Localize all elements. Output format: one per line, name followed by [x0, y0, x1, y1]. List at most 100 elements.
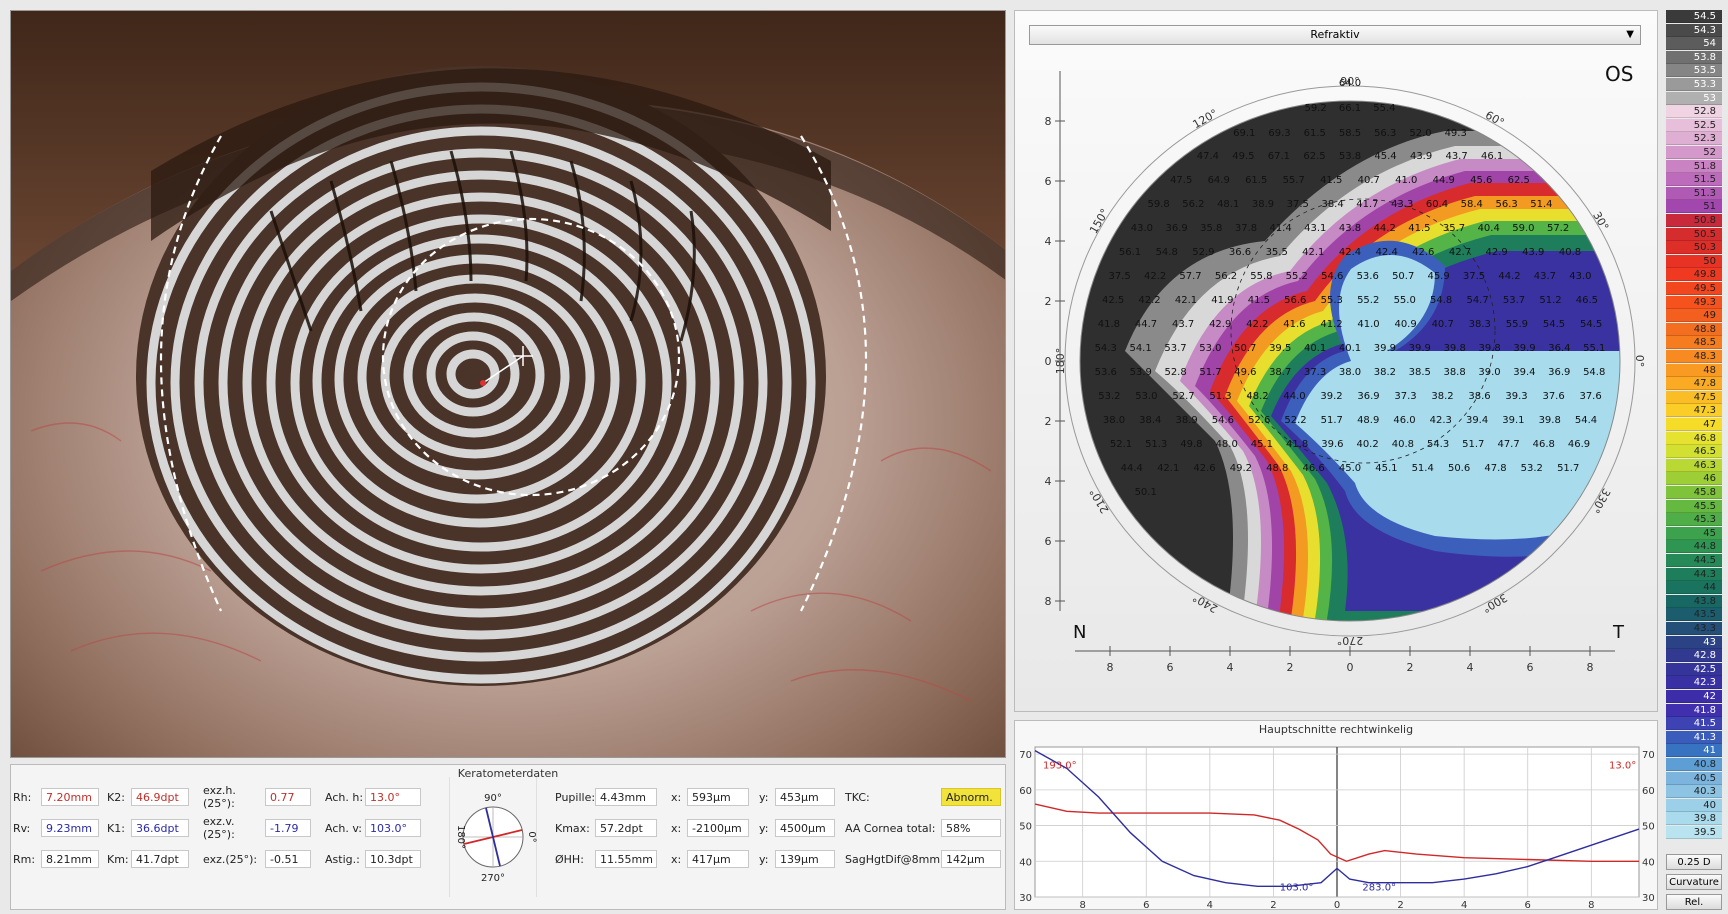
curvature-button[interactable]: Curvature	[1666, 874, 1722, 890]
color-scale-cell: 49	[1666, 309, 1722, 323]
map-cell-value: 37.5	[1463, 271, 1485, 282]
map-cell-value: 54.4	[1575, 415, 1597, 426]
ohh-field: ØHH: 11.55mm	[555, 849, 657, 869]
tkc-field: TKC: Abnorm.	[845, 787, 1001, 807]
map-cell-value: 38.2	[1431, 391, 1453, 402]
pupille-x-value: 593µm	[687, 788, 749, 806]
color-scale-cell: 52.8	[1666, 105, 1722, 119]
map-cell-value: 42.1	[1302, 247, 1324, 258]
map-cell-value: 39.6	[1321, 439, 1343, 450]
map-cell-value: 51.4	[1412, 463, 1434, 474]
profile-x-tick: 8	[1079, 900, 1085, 909]
relative-button[interactable]: Rel.	[1666, 894, 1722, 910]
map-cell-value: 36.9	[1548, 367, 1570, 378]
map-cell-value: 46.6	[1302, 463, 1324, 474]
profile-y-tick-right: 50	[1642, 822, 1655, 833]
map-cell-value: 43.7	[1445, 151, 1467, 162]
color-scale-cell: 53.5	[1666, 64, 1722, 78]
rv-field: Rv: 9.23mm	[13, 818, 99, 838]
achv-label: Ach. v:	[325, 821, 362, 835]
y-tick-label: 6	[1045, 175, 1052, 188]
map-cell-value: 54.5	[1543, 319, 1565, 330]
map-cell-value: 37.3	[1394, 391, 1416, 402]
ohh-y-field: y: 139µm	[759, 849, 835, 869]
astig-value: 10.3dpt	[365, 850, 421, 868]
map-type-select[interactable]: Refraktiv ▼	[1029, 25, 1641, 45]
profile-y-tick-right: 40	[1642, 857, 1655, 868]
map-cell-value: 54.6	[1212, 415, 1234, 426]
profile-x-tick: 2	[1397, 900, 1403, 909]
map-cell-value: 50.6	[1448, 463, 1470, 474]
x-tick-label: 4	[1227, 661, 1234, 674]
map-cell-value: 52.8	[1164, 367, 1186, 378]
map-cell-value: 44.2	[1374, 223, 1396, 234]
meridian-profile-chart: 8 6 4 2 0 2 4 6 8 30 30 40 40 50 50 60 60 70 70 193.0° 13.0…	[1019, 746, 1655, 909]
aa-value: 58%	[941, 819, 1001, 837]
map-cell-value: 59.8	[1147, 199, 1169, 210]
step-button[interactable]: 0.25 D	[1666, 854, 1722, 870]
y-tick-label: 8	[1045, 595, 1052, 608]
kmax-y-label: y:	[759, 821, 769, 835]
rh-field: Rh: 7.20mm	[13, 787, 99, 807]
map-cell-value: 39.5	[1269, 343, 1291, 354]
map-cell-value: 55.3	[1321, 295, 1343, 306]
pupille-label: Pupille:	[555, 790, 596, 804]
color-scale-cell: 47	[1666, 418, 1722, 431]
x-tick-label: 8	[1107, 661, 1114, 674]
kmax-x-value: -2100µm	[687, 819, 749, 837]
map-cell-value: 52.1	[1110, 439, 1132, 450]
map-cell-value: 44.2	[1498, 271, 1520, 282]
map-cell-value: 47.4	[1197, 151, 1219, 162]
map-cell-value: 58.5	[1339, 128, 1361, 139]
axis-label-bottom: 270°	[481, 873, 505, 884]
map-cell-value: 40.4	[1478, 223, 1500, 234]
color-scale-cell: 50.3	[1666, 241, 1722, 255]
color-scale-cell: 49.3	[1666, 295, 1722, 309]
color-scale-cell: 51.5	[1666, 173, 1722, 187]
exzh-field: exz.h.(25°): 0.77	[203, 784, 311, 810]
astig-label: Astig.:	[325, 852, 360, 866]
sag-value: 142µm	[941, 850, 1001, 868]
rv-label: Rv:	[13, 821, 31, 835]
pupille-x-label: x:	[671, 790, 682, 804]
color-scale-cell: 45	[1666, 526, 1722, 540]
map-cell-value: 40.1	[1339, 343, 1361, 354]
map-cell-value: 41.7	[1356, 199, 1378, 210]
map-cell-value: 42.4	[1339, 247, 1361, 258]
map-cell-value: 35.8	[1200, 223, 1222, 234]
map-cell-value: 39.8	[1478, 343, 1500, 354]
map-cell-value: 69.1	[1233, 128, 1255, 139]
map-cell-value: 67.1	[1268, 151, 1290, 162]
color-scale-cell: 42	[1666, 690, 1722, 703]
profile-y-tick-left: 70	[1019, 750, 1032, 761]
ohh-x-label: x:	[671, 852, 682, 866]
angle-label: 60°	[1483, 108, 1506, 129]
color-scale-cell: 42.5	[1666, 662, 1722, 676]
blue-left-label: 103.0°	[1280, 882, 1314, 893]
map-cell-value: 44.9	[1433, 175, 1455, 186]
map-cell-value: 43.0	[1131, 223, 1153, 234]
x-tick-label: 8	[1587, 661, 1594, 674]
blue-right-label: 283.0°	[1362, 882, 1396, 893]
color-scale-cell: 47.3	[1666, 404, 1722, 418]
color-scale-cell: 54	[1666, 37, 1722, 51]
map-cell-value: 50.1	[1135, 487, 1157, 498]
map-cell-value: 36.6	[1229, 247, 1251, 258]
x-tick-label: 0	[1347, 661, 1354, 674]
x-tick-label: 2	[1287, 661, 1294, 674]
map-cell-value: 41.2	[1320, 319, 1342, 330]
k1-label: K1:	[107, 821, 125, 835]
color-scale-cell: 53.8	[1666, 50, 1722, 64]
map-cell-value: 41.5	[1408, 223, 1430, 234]
axis-label-left: 180°	[455, 825, 466, 849]
map-cell-value: 46.1	[1481, 151, 1503, 162]
sag-field: SagHgtDif@8mm: 142µm	[845, 849, 1001, 869]
color-scale-cell: 47.8	[1666, 377, 1722, 391]
rv-value: 9.23mm	[41, 819, 99, 837]
map-cell-value: 52.7	[1172, 391, 1194, 402]
color-scale-cell: 40	[1666, 798, 1722, 812]
map-cell-value: 38.8	[1443, 367, 1465, 378]
kmax-y-field: y: 4500µm	[759, 818, 835, 838]
map-cell-value: 41.8	[1286, 439, 1308, 450]
y-tick-label: 2	[1045, 415, 1052, 428]
